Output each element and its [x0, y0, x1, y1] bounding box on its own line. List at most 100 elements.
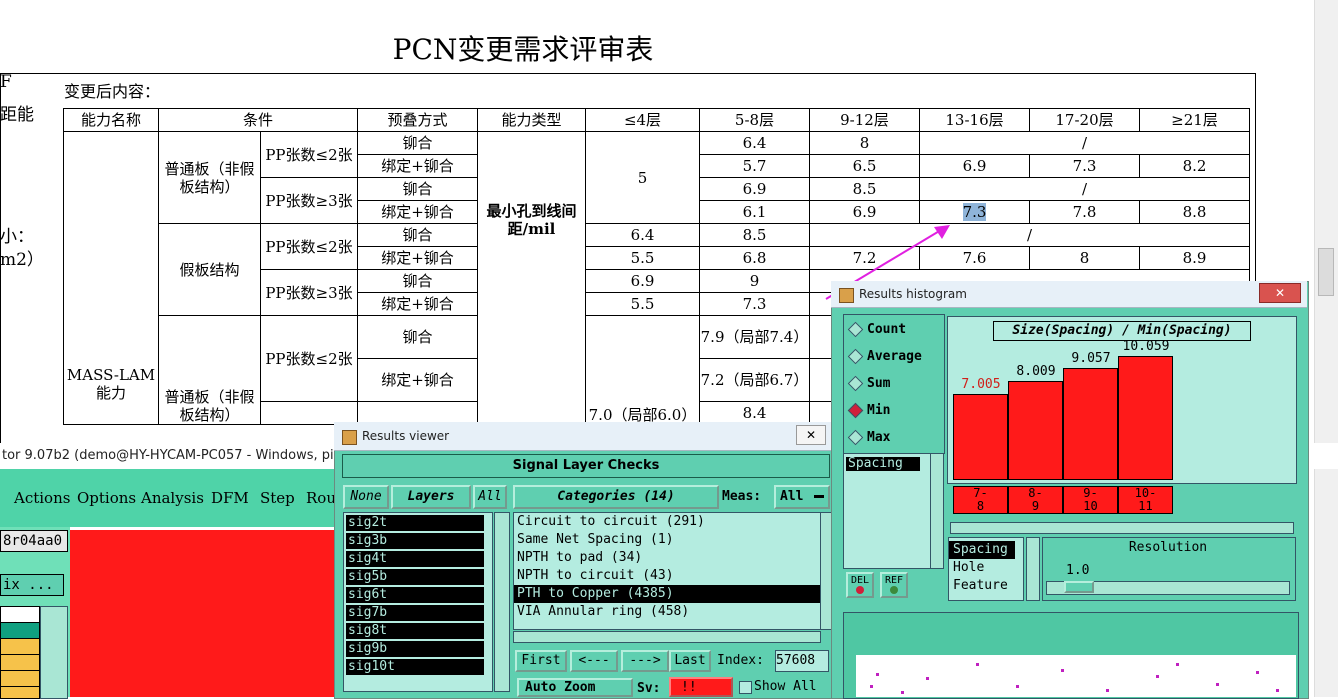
preview-dot [1256, 671, 1259, 674]
method-cell: 绑定+铆合 [357, 154, 478, 178]
layer-list[interactable]: sig2t sig3b sig4t sig5b sig6t sig7b sig8… [343, 512, 493, 692]
graphics-canvas[interactable] [70, 530, 336, 697]
preview-dot [870, 685, 873, 688]
feature-item[interactable]: Feature [949, 577, 1023, 595]
all-button[interactable]: All [473, 485, 507, 509]
value-cell: 7.0（局部6.0） [585, 315, 700, 425]
header-cell: 能力名称 [63, 108, 159, 132]
preview-dot [876, 673, 879, 676]
mode-count[interactable]: Count [847, 321, 906, 338]
header-cell: 17-20层 [1029, 108, 1140, 132]
layer-list-scrollbar[interactable] [494, 512, 510, 692]
signal-layer-checks-header: Signal Layer Checks [342, 454, 830, 478]
category-item-selected[interactable]: PTH to Copper (4385) [514, 585, 820, 603]
menu-analysis[interactable]: Analysis [141, 489, 204, 507]
menu-step[interactable]: Step [260, 489, 295, 507]
menu-options[interactable]: Options [77, 489, 136, 507]
layer-item[interactable]: sig7b [346, 605, 484, 621]
auto-zoom-select[interactable]: Auto Zoom [517, 678, 633, 697]
prev-button[interactable]: <--- [570, 650, 618, 672]
job-field[interactable]: 8r04aa0 [0, 530, 68, 552]
menu-actions[interactable]: Actions [14, 489, 70, 507]
next-button[interactable]: ---> [621, 650, 669, 672]
category-item[interactable]: NPTH to pad (34) [514, 549, 820, 567]
window-icon [342, 430, 357, 445]
category-list[interactable]: Circuit to circuit (291) Same Net Spacin… [513, 512, 821, 630]
histogram-bar[interactable] [1118, 356, 1173, 480]
feature-item-selected[interactable]: Spacing [949, 541, 1015, 559]
meas-value: All [780, 489, 804, 504]
pp-condition: PP张数≥3张 [260, 269, 358, 316]
layer-item[interactable]: sig5b [346, 569, 484, 585]
layer-item[interactable]: sig6t [346, 587, 484, 603]
matrix-button[interactable]: ix ... [0, 574, 64, 596]
ref-button[interactable]: REF [880, 572, 908, 598]
bin-label[interactable]: 9- 10 [1063, 486, 1118, 514]
last-button[interactable]: Last [669, 650, 711, 672]
chart-hscrollbar[interactable] [950, 522, 1294, 534]
mode-average[interactable]: Average [847, 348, 922, 365]
histogram-bar[interactable] [1008, 381, 1063, 480]
preview-dot [1216, 683, 1219, 686]
layer-item[interactable]: sig3b [346, 533, 484, 549]
preview-dot [901, 691, 904, 694]
bin-label[interactable]: 10- 11 [1118, 486, 1173, 514]
feature-list-scrollbar[interactable] [1026, 537, 1040, 601]
severity-select[interactable]: !! [669, 677, 733, 697]
header-cell: 13-16层 [919, 108, 1030, 132]
histogram-bar[interactable] [1063, 368, 1118, 480]
layer-item[interactable]: sig8t [346, 623, 484, 639]
category-item[interactable]: Same Net Spacing (1) [514, 531, 820, 549]
resolution-value: 1.0 [1066, 563, 1090, 578]
menu-dfm[interactable]: DFM [211, 489, 249, 507]
preview-dot [1156, 675, 1159, 678]
preview-dot [926, 677, 929, 680]
feature-item[interactable]: Hole [949, 559, 1023, 577]
document-scrollbar[interactable] [1314, 0, 1338, 697]
document-scrollbar-thumb[interactable] [1318, 248, 1334, 296]
bin-label[interactable]: 7- 8 [953, 486, 1008, 514]
measure-list-scrollbar[interactable] [930, 453, 944, 569]
value-cell: 5.5 [585, 246, 700, 270]
close-icon[interactable]: ✕ [796, 425, 826, 445]
resolution-slider-thumb[interactable] [1064, 581, 1094, 593]
left-fragment-1: F [0, 72, 12, 92]
none-button[interactable]: None [343, 485, 389, 509]
mode-sum[interactable]: Sum [847, 375, 890, 392]
mode-max[interactable]: Max [847, 429, 890, 446]
histogram-bar[interactable] [953, 394, 1008, 480]
close-icon[interactable]: ✕ [1259, 283, 1301, 303]
category-item[interactable]: Circuit to circuit (291) [514, 513, 820, 531]
del-icon [856, 586, 864, 594]
list-row[interactable] [0, 686, 40, 699]
measure-item-selected[interactable]: Spacing [846, 457, 920, 471]
bin-label[interactable]: 8- 9 [1008, 486, 1063, 514]
show-all-checkbox[interactable] [739, 681, 752, 694]
categories-button[interactable]: Categories (14) [513, 485, 719, 509]
layer-item[interactable]: sig2t [346, 515, 484, 531]
category-item[interactable]: VIA Annular ring (458) [514, 603, 820, 621]
index-input[interactable]: 57608 [775, 650, 829, 672]
category-hscrollbar[interactable] [513, 631, 821, 643]
value-cell: 8.5 [809, 177, 920, 201]
results-histogram-titlebar[interactable]: Results histogram ✕ [831, 281, 1307, 308]
header-cell: 预叠方式 [357, 108, 478, 132]
layer-item[interactable]: sig10t [346, 659, 484, 675]
mode-label: Average [867, 349, 922, 364]
slash-cell: / [919, 131, 1250, 155]
mode-min[interactable]: Min [847, 402, 890, 419]
layer-item[interactable]: sig9b [346, 641, 484, 657]
feature-list[interactable]: Spacing Hole Feature [948, 537, 1024, 601]
radio-icon [847, 375, 864, 392]
sv-label: Sv: [637, 681, 661, 696]
layers-button[interactable]: Layers [391, 485, 471, 509]
meas-select[interactable]: All [774, 485, 830, 509]
list-scrollbar[interactable] [40, 606, 68, 699]
layer-item[interactable]: sig4t [346, 551, 484, 567]
results-viewer-titlebar[interactable]: Results viewer ✕ [334, 422, 832, 451]
preview-dot [976, 663, 979, 666]
del-button[interactable]: DEL [846, 572, 874, 598]
category-item[interactable]: NPTH to circuit (43) [514, 567, 820, 585]
first-button[interactable]: First [515, 650, 567, 672]
header-cell: 5-8层 [699, 108, 810, 132]
